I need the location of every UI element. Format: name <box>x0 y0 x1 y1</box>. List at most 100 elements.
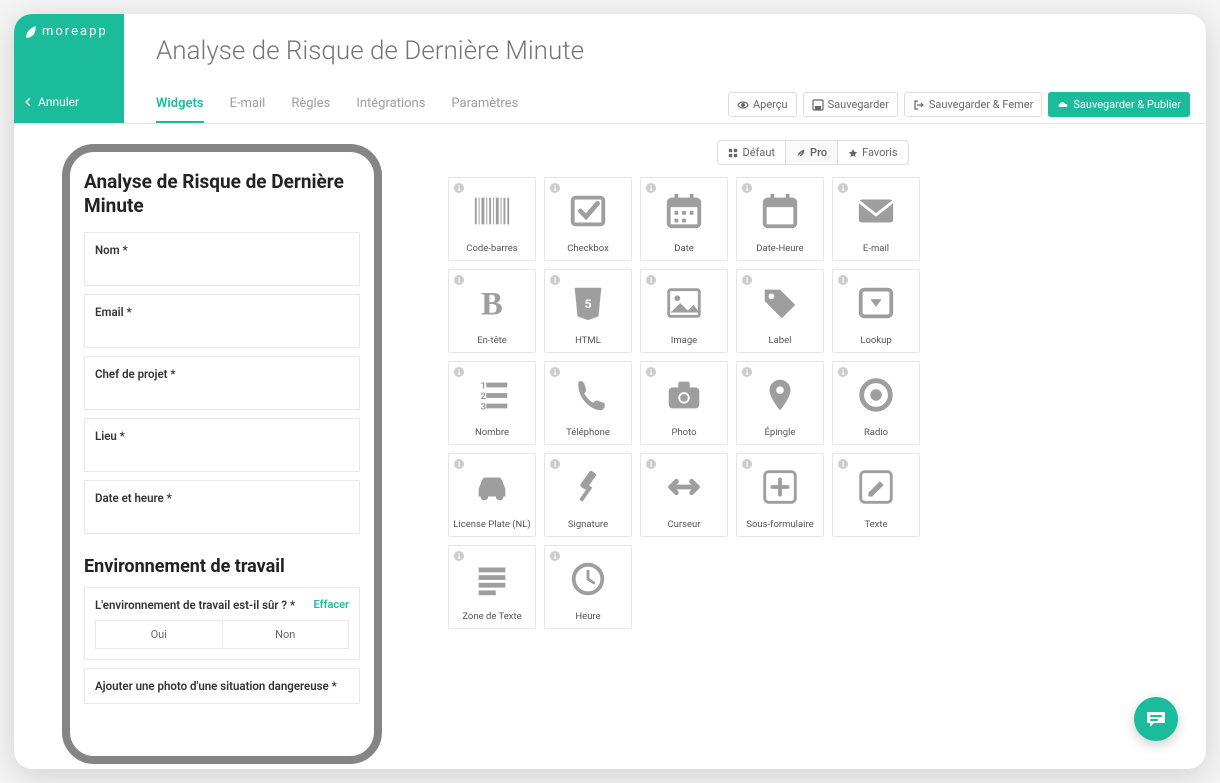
filter-chip-défaut[interactable]: Défaut <box>718 141 785 164</box>
tab-widgets[interactable]: Widgets <box>156 96 204 123</box>
form-field[interactable]: Lieu * <box>84 418 360 472</box>
widget-label: En-tête <box>477 336 507 346</box>
widget-checkbox[interactable]: Checkbox <box>544 177 632 261</box>
info-icon[interactable] <box>741 458 753 470</box>
info-icon[interactable] <box>549 366 561 378</box>
info-icon[interactable] <box>837 458 849 470</box>
form-field[interactable]: Nom * <box>84 232 360 286</box>
dropdown-icon <box>855 282 897 324</box>
widget-camera[interactable]: Photo <box>640 361 728 445</box>
info-icon[interactable] <box>549 550 561 562</box>
widget-label: Nombre <box>475 428 509 438</box>
info-icon[interactable] <box>549 458 561 470</box>
widget-label: Lookup <box>860 336 891 346</box>
widget-lines[interactable]: Zone de Texte <box>448 545 536 629</box>
widget-calendar-clock[interactable]: Date-Heure <box>736 177 824 261</box>
widget-clock[interactable]: Heure <box>544 545 632 629</box>
widget-bold[interactable]: En-tête <box>448 269 536 353</box>
widget-label: Checkbox <box>567 244 609 254</box>
tab-param-tres[interactable]: Paramètres <box>451 96 518 123</box>
widget-barcode[interactable]: Code-barres <box>448 177 536 261</box>
option-yes[interactable]: Oui <box>95 620 222 649</box>
form-field[interactable]: Chef de projet * <box>84 356 360 410</box>
info-icon[interactable] <box>453 366 465 378</box>
widget-pin[interactable]: Épingle <box>736 361 824 445</box>
widget-envelope[interactable]: E-mail <box>832 177 920 261</box>
info-icon[interactable] <box>741 366 753 378</box>
bold-icon <box>471 282 513 324</box>
form-title: Analyse de Risque de Dernière Minute <box>84 170 360 218</box>
info-icon[interactable] <box>453 274 465 286</box>
widget-plus-square[interactable]: Sous-formulaire <box>736 453 824 537</box>
car-icon <box>471 466 513 508</box>
leaf-icon <box>796 148 806 158</box>
widget-label: Zone de Texte <box>462 612 521 622</box>
phone-icon <box>567 374 609 416</box>
photo-field[interactable]: Ajouter une photo d'une situation danger… <box>84 668 360 704</box>
numlist-icon <box>471 374 513 416</box>
widget-label: Texte <box>864 520 887 530</box>
chat-button[interactable] <box>1134 697 1178 741</box>
widget-image[interactable]: Image <box>640 269 728 353</box>
camera-icon <box>663 374 705 416</box>
leaf-icon <box>24 25 38 39</box>
info-icon[interactable] <box>645 182 657 194</box>
info-icon[interactable] <box>453 182 465 194</box>
floppy-icon <box>812 99 824 111</box>
signout-icon <box>913 99 925 111</box>
page-title: Analyse de Risque de Dernière Minute <box>124 14 1206 85</box>
widget-gavel[interactable]: Signature <box>544 453 632 537</box>
info-icon[interactable] <box>453 458 465 470</box>
dashboard-icon <box>728 148 738 158</box>
save-close-button[interactable]: Sauvegarder & Femer <box>904 92 1043 117</box>
widget-html5[interactable]: HTML <box>544 269 632 353</box>
info-icon[interactable] <box>741 274 753 286</box>
info-icon[interactable] <box>645 458 657 470</box>
chat-icon <box>1145 708 1167 730</box>
widget-phone[interactable]: Téléphone <box>544 361 632 445</box>
form-field[interactable]: Email * <box>84 294 360 348</box>
save-publish-button[interactable]: Sauvegarder & Publier <box>1048 92 1190 117</box>
save-button[interactable]: Sauvegarder <box>803 92 898 117</box>
widget-slider[interactable]: Curseur <box>640 453 728 537</box>
form-field[interactable]: Date et heure * <box>84 480 360 534</box>
widget-dropdown[interactable]: Lookup <box>832 269 920 353</box>
question-clear[interactable]: Effacer <box>314 598 349 611</box>
checkbox-icon <box>567 190 609 232</box>
question-block[interactable]: L'environnement de travail est-il sûr ? … <box>84 587 360 660</box>
info-icon[interactable] <box>837 182 849 194</box>
info-icon[interactable] <box>837 366 849 378</box>
widget-car[interactable]: License Plate (NL) <box>448 453 536 537</box>
cloud-icon <box>1057 99 1069 111</box>
cancel-button[interactable]: Annuler <box>14 95 124 123</box>
image-icon <box>663 282 705 324</box>
info-icon[interactable] <box>453 550 465 562</box>
html5-icon <box>567 282 609 324</box>
phone-preview: Analyse de Risque de Dernière Minute Nom… <box>62 144 382 764</box>
tab-e-mail[interactable]: E-mail <box>230 96 266 123</box>
pin-icon <box>759 374 801 416</box>
info-icon[interactable] <box>837 274 849 286</box>
preview-button[interactable]: Aperçu <box>728 92 797 117</box>
widget-edit-square[interactable]: Texte <box>832 453 920 537</box>
widget-label: E-mail <box>863 244 889 254</box>
filter-chip-pro[interactable]: Pro <box>785 141 837 164</box>
widget-tag[interactable]: Label <box>736 269 824 353</box>
info-icon[interactable] <box>549 274 561 286</box>
edit-square-icon <box>855 466 897 508</box>
tab-int-grations[interactable]: Intégrations <box>356 96 425 123</box>
filter-chip-favoris[interactable]: Favoris <box>837 141 907 164</box>
widget-radio[interactable]: Radio <box>832 361 920 445</box>
question-label: L'environnement de travail est-il sûr ? … <box>95 598 295 612</box>
tab-r-gles[interactable]: Règles <box>291 96 330 123</box>
info-icon[interactable] <box>645 274 657 286</box>
option-no[interactable]: Non <box>222 620 350 649</box>
widget-calendar[interactable]: Date <box>640 177 728 261</box>
widget-label: Sous-formulaire <box>746 520 813 530</box>
info-icon[interactable] <box>645 366 657 378</box>
info-icon[interactable] <box>549 182 561 194</box>
gavel-icon <box>567 466 609 508</box>
slider-icon <box>663 466 705 508</box>
info-icon[interactable] <box>741 182 753 194</box>
widget-numlist[interactable]: Nombre <box>448 361 536 445</box>
